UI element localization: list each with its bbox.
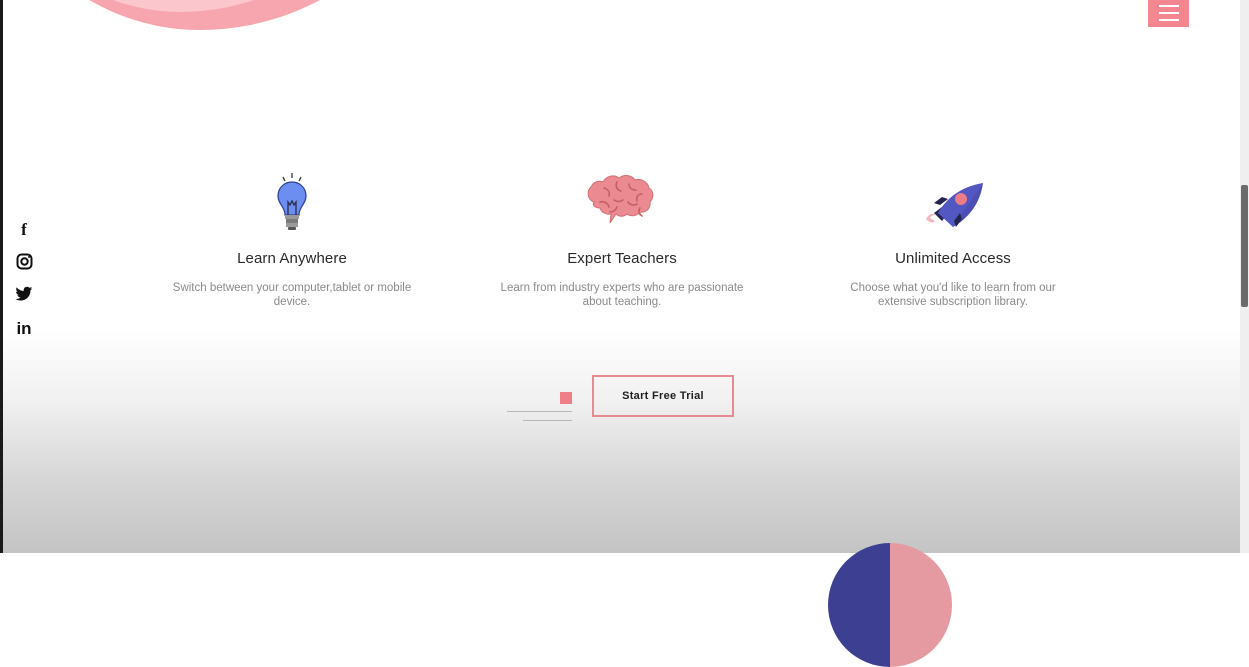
linkedin-icon[interactable]: in (14, 319, 34, 339)
decorative-square (560, 392, 572, 404)
brain-icon (492, 168, 752, 238)
rocket-icon (823, 168, 1083, 238)
lightbulb-icon (162, 168, 422, 238)
feature-expert-teachers: Expert Teachers Learn from industry expe… (492, 168, 752, 309)
twitter-icon[interactable] (14, 286, 34, 306)
feature-description: Switch between your computer,tablet or m… (172, 282, 412, 308)
decorative-line (507, 411, 572, 412)
header-decorative-blob-inner (0, 0, 410, 12)
scrollbar-thumb[interactable] (1241, 185, 1248, 307)
hamburger-menu-icon[interactable] (1148, 0, 1189, 27)
feature-title: Unlimited Access (895, 250, 1011, 267)
social-links: f in (14, 220, 34, 352)
feature-title: Expert Teachers (567, 250, 677, 267)
feature-learn-anywhere: Learn Anywhere Switch between your compu… (162, 168, 422, 309)
feature-description: Learn from industry experts who are pass… (500, 282, 744, 308)
landing-page: f in Learn Anywhere Switch between your … (0, 0, 1249, 667)
circle-half-navy (828, 543, 890, 667)
decorative-line (523, 420, 572, 421)
menu-line (1158, 18, 1179, 21)
facebook-icon[interactable]: f (14, 220, 34, 240)
menu-line (1158, 11, 1179, 14)
feature-unlimited-access: Unlimited Access Choose what you'd like … (823, 168, 1083, 309)
scrollbar-track[interactable] (1240, 0, 1249, 553)
start-free-trial-button[interactable]: Start Free Trial (592, 375, 734, 417)
window-edge (0, 0, 3, 553)
circle-half-pink (890, 543, 952, 667)
instagram-icon[interactable] (14, 253, 34, 273)
feature-title: Learn Anywhere (237, 250, 347, 267)
menu-line (1158, 4, 1179, 7)
decorative-circle (828, 543, 952, 667)
feature-description: Choose what you'd like to learn from our… (850, 282, 1056, 308)
